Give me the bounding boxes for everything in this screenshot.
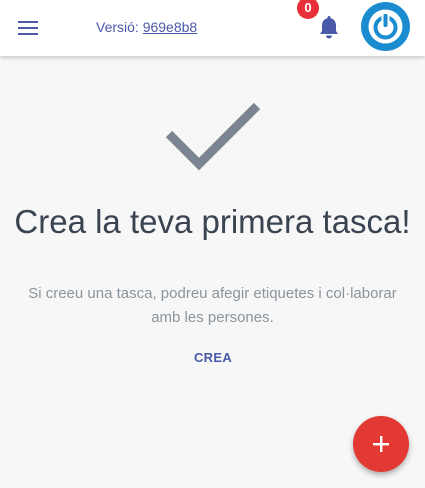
empty-state-title: Crea la teva primera tasca! — [14, 203, 411, 240]
plus-icon — [373, 436, 389, 452]
bell-icon — [320, 16, 338, 39]
menu-button[interactable] — [13, 14, 43, 42]
version-info: Versió: 969e8b8 — [96, 19, 197, 35]
version-link[interactable]: 969e8b8 — [143, 19, 198, 35]
hamburger-menu-icon — [18, 21, 38, 35]
app-header: Versió: 969e8b8 0 — [0, 0, 425, 56]
checkmark-icon — [165, 102, 261, 171]
add-task-fab[interactable] — [353, 416, 409, 472]
empty-state-subtitle: Si creeu una tasca, podreu afegir etique… — [28, 285, 397, 326]
create-task-button[interactable]: CREA — [182, 350, 244, 370]
user-avatar[interactable] — [361, 2, 410, 51]
version-label: Versió: — [96, 19, 139, 35]
power-icon — [368, 9, 403, 44]
notifications-button[interactable] — [316, 14, 342, 42]
